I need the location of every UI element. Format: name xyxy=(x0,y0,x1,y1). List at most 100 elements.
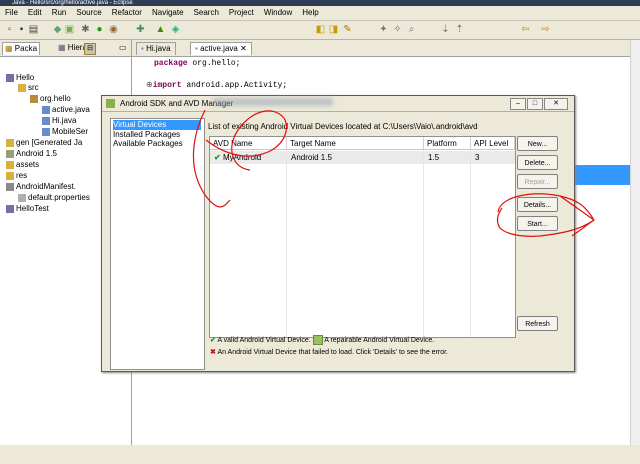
selection-highlight xyxy=(573,165,630,185)
delete-button[interactable]: Delete... xyxy=(517,155,558,170)
legend-valid-text: A valid Android Virtual Device. xyxy=(217,336,311,344)
file-icon xyxy=(18,193,26,202)
maximize-button[interactable]: □ xyxy=(527,98,543,110)
legend-repairable-text: A repairable Android Virtual Device. xyxy=(324,336,435,344)
tree-item-hello[interactable]: Hello xyxy=(0,73,137,83)
prev-annotation-icon[interactable]: ⇡ xyxy=(454,24,465,35)
menu-edit[interactable]: Edit xyxy=(23,6,47,20)
repair-button[interactable]: Repair... xyxy=(517,174,558,189)
status-bar xyxy=(0,445,640,464)
debug-icon[interactable]: ✱ xyxy=(80,24,91,35)
menu-refactor[interactable]: Refactor xyxy=(107,6,147,20)
avd-icon[interactable]: ▣ xyxy=(64,24,75,35)
new-class-icon[interactable]: ◈ xyxy=(170,24,181,35)
tree-item-label: Android 1.5 xyxy=(16,149,57,158)
toggle-mark-icon[interactable]: ✦ xyxy=(378,24,389,35)
brush-icon[interactable]: ✎ xyxy=(342,24,353,35)
menu-help[interactable]: Help xyxy=(297,6,323,20)
tab-active-java-label: active.java xyxy=(200,44,238,53)
tree-item-src[interactable]: src xyxy=(0,83,149,93)
row-api-level: 3 xyxy=(475,153,480,162)
close-button[interactable]: ✕ xyxy=(544,98,568,110)
new-package-icon[interactable]: ▲ xyxy=(155,24,166,35)
fold-icon[interactable]: ⊕ xyxy=(146,81,153,90)
tree-item-label: active.java xyxy=(52,105,90,114)
editor-scrollbar[interactable] xyxy=(630,40,640,464)
minimize-icon[interactable]: ▭ xyxy=(119,43,127,53)
menu-file[interactable]: File xyxy=(0,6,23,20)
dialog-nav-list: Virtual Devices Installed Packages Avail… xyxy=(110,118,205,370)
code-line-import[interactable]: ⊕import android.app.Activity; xyxy=(146,80,287,90)
refresh-button[interactable]: Refresh xyxy=(517,316,558,331)
tree-item-label: assets xyxy=(16,160,40,169)
column-header-api-level[interactable]: API Level xyxy=(471,137,515,150)
menu-navigate[interactable]: Navigate xyxy=(147,6,189,20)
menu-project[interactable]: Project xyxy=(224,6,259,20)
android-sdk-icon[interactable]: ◆ xyxy=(52,24,63,35)
folder-icon xyxy=(18,83,26,92)
tree-item-label: AndroidManifest. xyxy=(16,182,77,191)
tree-item-label: gen [Generated Ja xyxy=(16,138,83,147)
code-text: android.app.Activity; xyxy=(181,81,288,90)
valid-check-icon: ✔ xyxy=(210,336,216,344)
code-keyword: package xyxy=(154,59,188,68)
tree-item-label: default.properties xyxy=(28,193,90,202)
repair-icon xyxy=(312,335,323,345)
row-target-name: Android 1.5 xyxy=(291,153,332,162)
tree-item-label: HelloTest xyxy=(16,204,49,213)
new-icon[interactable]: ▫ xyxy=(4,24,15,35)
close-icon[interactable]: ✕ xyxy=(240,44,247,53)
tree-item-label: src xyxy=(28,83,39,92)
menu-run[interactable]: Run xyxy=(47,6,72,20)
legend-failed-text: An Android Virtual Device that failed to… xyxy=(217,349,448,356)
open-folder-icon[interactable]: ◨ xyxy=(328,24,339,35)
column-header-avd-name[interactable]: AVD Name xyxy=(210,137,287,150)
project-icon xyxy=(6,204,14,213)
annotation-icon[interactable]: ✧ xyxy=(392,24,403,35)
start-button[interactable]: Start... xyxy=(517,216,558,231)
legend-valid-repairable: ✔ A valid Android Virtual Device. A repa… xyxy=(210,335,434,346)
avd-manager-dialog: Android SDK and AVD Manager – □ ✕ Virtua… xyxy=(101,95,575,372)
tree-item-label: res xyxy=(16,171,28,180)
column-header-target-name[interactable]: Target Name xyxy=(287,137,424,150)
menu-search[interactable]: Search xyxy=(189,6,224,20)
run-icon[interactable]: ● xyxy=(94,24,105,35)
column-divider xyxy=(470,137,471,337)
legend-failed: ✖ An Android Virtual Device that failed … xyxy=(210,348,448,358)
print-icon[interactable]: ▤ xyxy=(28,24,39,35)
tab-active-java[interactable]: ▪ active.java ✕ xyxy=(190,42,252,55)
editor-tabs: ▪ Hi.java ▪ active.java ✕ xyxy=(132,40,640,57)
save-icon[interactable]: ▪ xyxy=(16,24,27,35)
minimize-button[interactable]: – xyxy=(510,98,526,110)
back-icon[interactable]: ⇦ xyxy=(520,24,531,35)
external-tools-icon[interactable]: ◉ xyxy=(108,24,119,35)
next-annotation-icon[interactable]: ⇣ xyxy=(440,24,451,35)
table-row[interactable]: ✔ MyAndroid Android 1.5 1.5 3 xyxy=(210,151,515,164)
column-divider xyxy=(286,137,287,337)
forward-icon[interactable]: ⇨ xyxy=(540,24,551,35)
xml-file-icon xyxy=(6,182,14,191)
tab-package-explorer[interactable]: ▦ Packa xyxy=(2,42,41,55)
menu-window[interactable]: Window xyxy=(259,6,297,20)
nav-virtual-devices[interactable]: Virtual Devices xyxy=(113,120,201,130)
package-icon xyxy=(30,94,38,103)
new-button[interactable]: New... xyxy=(517,136,558,151)
avd-list-label: List of existing Android Virtual Devices… xyxy=(208,122,478,131)
java-file-icon xyxy=(42,116,50,125)
package-explorer-tabs: ▦ Packa ▦ Hierar ⊟ ▭ xyxy=(0,40,131,57)
tree-item-label: Hi.java xyxy=(52,116,77,125)
valid-check-icon: ✔ xyxy=(214,153,221,162)
new-java-project-icon[interactable]: ✚ xyxy=(135,24,146,35)
search-icon[interactable]: ⌕ xyxy=(406,24,417,35)
folder-icon xyxy=(6,171,14,180)
column-header-platform[interactable]: Platform xyxy=(424,137,471,150)
obscured-code-text xyxy=(213,98,333,106)
collapse-all-icon[interactable]: ⊟ xyxy=(84,43,96,55)
open-type-icon[interactable]: ◧ xyxy=(315,24,326,35)
details-button[interactable]: Details... xyxy=(517,197,558,212)
menu-source[interactable]: Source xyxy=(71,6,106,20)
tab-hi-java[interactable]: ▪ Hi.java xyxy=(136,42,176,55)
nav-available-packages[interactable]: Available Packages xyxy=(113,139,201,149)
tab-package-explorer-label: Packa xyxy=(14,44,38,53)
code-line-package[interactable]: package org.hello; xyxy=(154,59,240,68)
